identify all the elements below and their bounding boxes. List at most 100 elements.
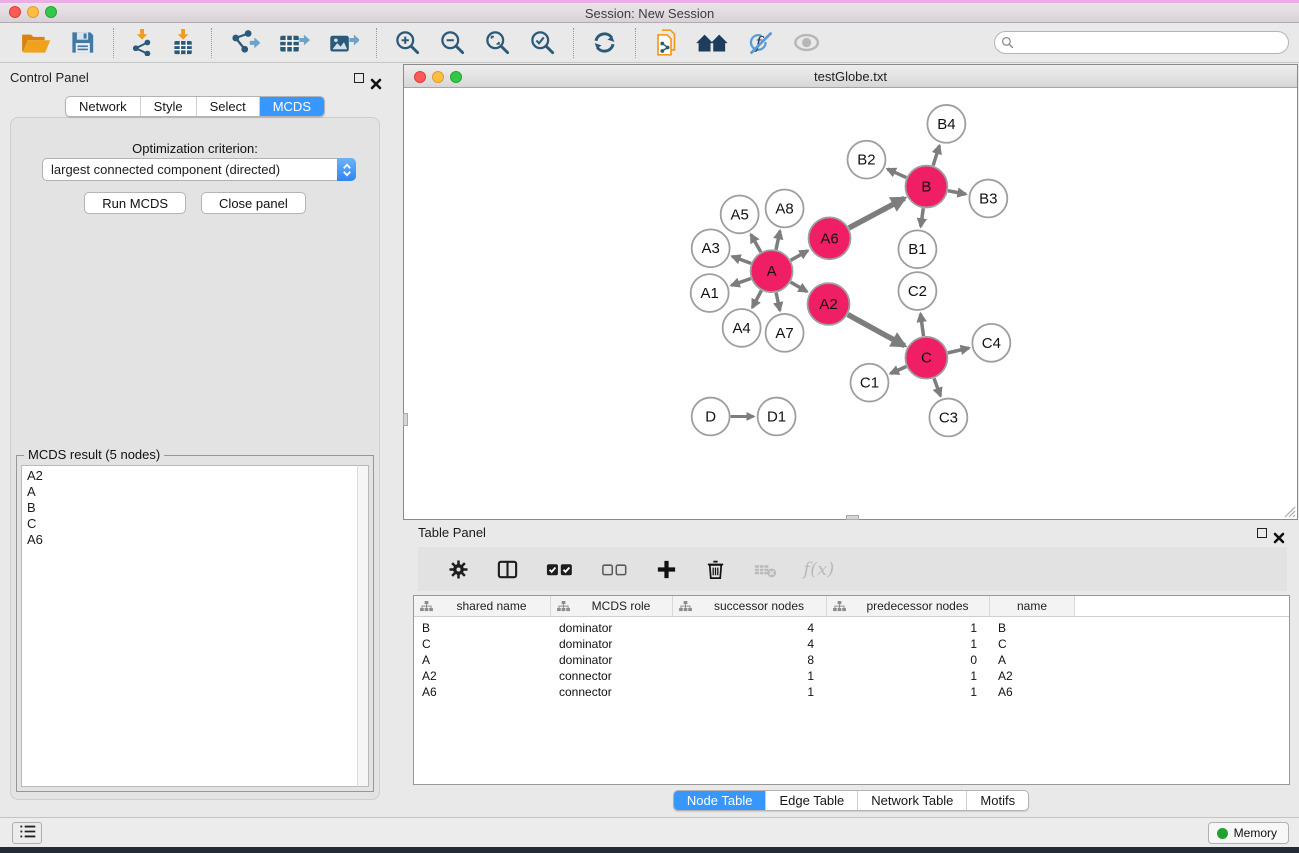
node-C3[interactable]: C3	[929, 399, 967, 437]
edge-A6-B[interactable]	[849, 198, 905, 228]
zoom-in-button[interactable]	[394, 28, 421, 58]
home-button[interactable]	[695, 28, 729, 58]
node-A6[interactable]: A6	[809, 217, 851, 259]
node-C2[interactable]: C2	[898, 272, 936, 310]
settings-gear-button[interactable]	[447, 554, 470, 584]
label-visibility-button[interactable]: f	[747, 28, 774, 58]
table-tab-edge-table[interactable]: Edge Table	[765, 791, 857, 810]
refresh-button[interactable]	[591, 28, 618, 58]
close-panel-button[interactable]: Close panel	[201, 192, 306, 214]
edge-B-B1[interactable]	[921, 208, 924, 226]
edge-A-A2[interactable]	[791, 282, 807, 291]
minimize-window-button[interactable]	[27, 6, 39, 18]
node-C1[interactable]: C1	[851, 364, 889, 402]
tab-select[interactable]: Select	[196, 97, 259, 116]
edge-A-A1[interactable]	[731, 279, 751, 286]
table-row[interactable]: Bdominator41B	[414, 620, 1289, 636]
column-header-name[interactable]: name	[990, 596, 1075, 616]
column-layout-button[interactable]	[496, 554, 519, 584]
result-item[interactable]: C	[22, 516, 357, 532]
select-all-button[interactable]	[545, 554, 574, 584]
edge-A-A3[interactable]	[732, 256, 751, 263]
node-A4[interactable]: A4	[723, 309, 761, 347]
import-table-button[interactable]	[172, 28, 194, 58]
column-header-MCDS-role[interactable]: MCDS role	[551, 596, 673, 616]
node-A[interactable]: A	[751, 250, 793, 292]
edge-A-A5[interactable]	[751, 234, 761, 252]
task-history-button[interactable]	[12, 822, 42, 844]
node-B2[interactable]: B2	[848, 141, 886, 179]
node-A2[interactable]: A2	[808, 283, 850, 325]
tab-style[interactable]: Style	[140, 97, 196, 116]
delete-table-button[interactable]	[753, 554, 778, 584]
edge-C-C3[interactable]	[934, 378, 940, 396]
split-handle-left[interactable]	[403, 413, 408, 426]
edge-A-A8[interactable]	[776, 231, 780, 250]
close-panel-icon[interactable]	[370, 72, 382, 84]
node-A5[interactable]: A5	[721, 196, 759, 234]
zoom-selected-button[interactable]	[529, 28, 556, 58]
close-table-panel-icon[interactable]	[1273, 527, 1285, 539]
duplicate-network-button[interactable]	[653, 28, 677, 58]
node-B3[interactable]: B3	[969, 180, 1007, 218]
import-network-button[interactable]	[131, 28, 153, 58]
node-A3[interactable]: A3	[692, 229, 730, 267]
function-builder-button[interactable]: f(x)	[803, 554, 834, 584]
result-item[interactable]: A6	[22, 532, 357, 548]
result-item[interactable]: A2	[22, 468, 357, 484]
edge-A2-C[interactable]	[848, 315, 905, 346]
node-B1[interactable]: B1	[898, 230, 936, 268]
minimize-network-window-button[interactable]	[432, 71, 444, 83]
open-file-button[interactable]	[21, 28, 51, 58]
float-panel-icon[interactable]	[354, 73, 364, 83]
memory-button[interactable]: Memory	[1208, 822, 1289, 844]
tab-mcds[interactable]: MCDS	[259, 97, 324, 116]
edge-B-B3[interactable]	[948, 191, 966, 194]
table-tab-network-table[interactable]: Network Table	[857, 791, 966, 810]
node-C4[interactable]: C4	[972, 324, 1010, 362]
close-window-button[interactable]	[9, 6, 21, 18]
search-input[interactable]	[994, 31, 1289, 54]
edge-C-C1[interactable]	[891, 367, 907, 374]
table-tab-node-table[interactable]: Node Table	[674, 791, 766, 810]
column-header-predecessor-nodes[interactable]: predecessor nodes	[827, 596, 990, 616]
column-header-successor-nodes[interactable]: successor nodes	[673, 596, 827, 616]
edge-A-A6[interactable]	[791, 251, 808, 261]
export-network-button[interactable]	[229, 28, 261, 58]
edge-B-B2[interactable]	[887, 169, 906, 178]
node-B4[interactable]: B4	[927, 105, 965, 143]
deselect-all-button[interactable]	[600, 554, 629, 584]
maximize-network-window-button[interactable]	[450, 71, 462, 83]
close-network-window-button[interactable]	[414, 71, 426, 83]
delete-row-button[interactable]	[704, 554, 727, 584]
node-A1[interactable]: A1	[691, 274, 729, 312]
export-table-button[interactable]	[278, 28, 310, 58]
zoom-fit-button[interactable]	[484, 28, 511, 58]
run-mcds-button[interactable]: Run MCDS	[84, 192, 186, 214]
node-C[interactable]: C	[905, 337, 947, 379]
result-scrollbar[interactable]	[357, 465, 369, 787]
export-image-button[interactable]	[328, 28, 360, 58]
edge-B-B4[interactable]	[933, 146, 939, 166]
node-A8[interactable]: A8	[766, 190, 804, 228]
node-A7[interactable]: A7	[766, 314, 804, 352]
table-row[interactable]: Adominator80A	[414, 652, 1289, 668]
eye-button[interactable]	[792, 28, 821, 58]
node-B[interactable]: B	[905, 166, 947, 208]
edge-A-A4[interactable]	[752, 291, 761, 308]
edge-C-C4[interactable]	[948, 348, 969, 353]
table-row[interactable]: A6connector11A6	[414, 684, 1289, 700]
maximize-window-button[interactable]	[45, 6, 57, 18]
table-tab-motifs[interactable]: Motifs	[966, 791, 1028, 810]
optimization-criterion-select[interactable]: largest connected component (directed)	[42, 158, 356, 181]
network-graph[interactable]: B4B2BB3A5A8A6A3AB1A1C2A4A7A2CC4C1C3DD1	[404, 89, 1297, 519]
save-session-button[interactable]	[69, 28, 96, 58]
table-row[interactable]: Cdominator41C	[414, 636, 1289, 652]
column-header-shared-name[interactable]: shared name	[414, 596, 551, 616]
result-item[interactable]: B	[22, 500, 357, 516]
table-row[interactable]: A2connector11A2	[414, 668, 1289, 684]
edge-C-C2[interactable]	[921, 314, 924, 336]
resize-grip-icon[interactable]	[1282, 504, 1296, 518]
edge-A-A7[interactable]	[776, 293, 780, 311]
tab-network[interactable]: Network	[66, 97, 140, 116]
